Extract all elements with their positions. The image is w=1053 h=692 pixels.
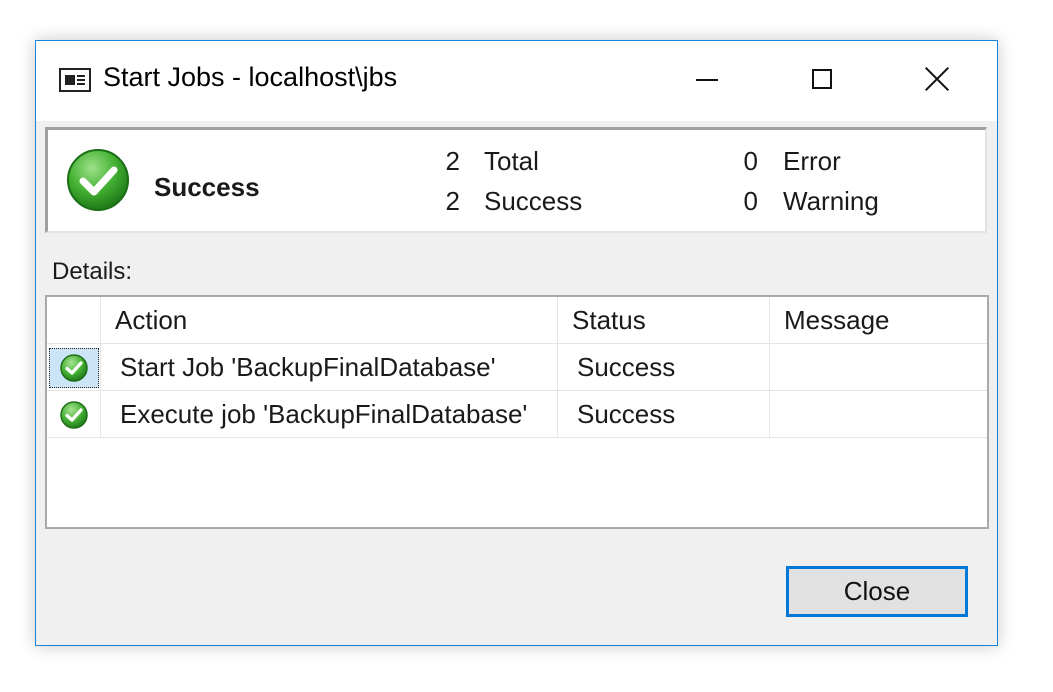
close-icon: [925, 67, 949, 91]
message-cell: [770, 344, 987, 391]
table-row[interactable]: Start Job 'BackupFinalDatabase' Success: [47, 344, 987, 391]
details-grid[interactable]: Action Status Message Start Job 'BackupF…: [45, 295, 989, 529]
column-header-icon[interactable]: [47, 297, 101, 344]
warning-count: 0: [743, 186, 758, 216]
summary-status: Success: [154, 172, 260, 202]
error-label: Error: [783, 146, 841, 176]
dialog-window: Start Jobs - localhost\jbs Success 2 Tot: [35, 40, 998, 646]
status-cell: Success: [558, 391, 770, 438]
maximize-icon: [811, 69, 832, 89]
total-count: 2: [445, 146, 460, 176]
minimize-icon: [695, 79, 718, 81]
message-cell: [770, 391, 987, 438]
total-label: Total: [484, 146, 539, 176]
success-count: 2: [445, 186, 460, 216]
grid-header: Action Status Message: [47, 297, 987, 344]
row-icon-cell[interactable]: [47, 391, 101, 438]
success-label: Success: [484, 186, 583, 216]
success-check-icon: [60, 354, 88, 382]
warning-label: Warning: [783, 186, 879, 216]
column-header-status[interactable]: Status: [558, 297, 770, 344]
status-cell: Success: [558, 344, 770, 391]
table-row[interactable]: Execute job 'BackupFinalDatabase' Succes…: [47, 391, 987, 438]
title-bar[interactable]: Start Jobs - localhost\jbs: [36, 41, 997, 121]
close-button[interactable]: Close: [786, 566, 968, 617]
success-check-icon: [67, 149, 129, 211]
row-icon-cell[interactable]: [47, 344, 101, 391]
error-count: 0: [743, 146, 758, 176]
column-header-action[interactable]: Action: [101, 297, 558, 344]
success-check-icon: [60, 401, 88, 429]
action-cell: Execute job 'BackupFinalDatabase': [101, 391, 558, 438]
action-cell: Start Job 'BackupFinalDatabase': [101, 344, 558, 391]
summary-panel: Success 2 Total 2 Success 0 Error 0 Warn…: [45, 127, 987, 233]
minimize-button[interactable]: [649, 41, 764, 117]
window-app-icon: [59, 68, 91, 92]
window-title: Start Jobs - localhost\jbs: [103, 62, 398, 92]
maximize-button[interactable]: [764, 41, 879, 117]
window-close-button[interactable]: [879, 41, 994, 117]
details-label: Details:: [52, 258, 133, 285]
column-header-message[interactable]: Message: [770, 297, 987, 344]
